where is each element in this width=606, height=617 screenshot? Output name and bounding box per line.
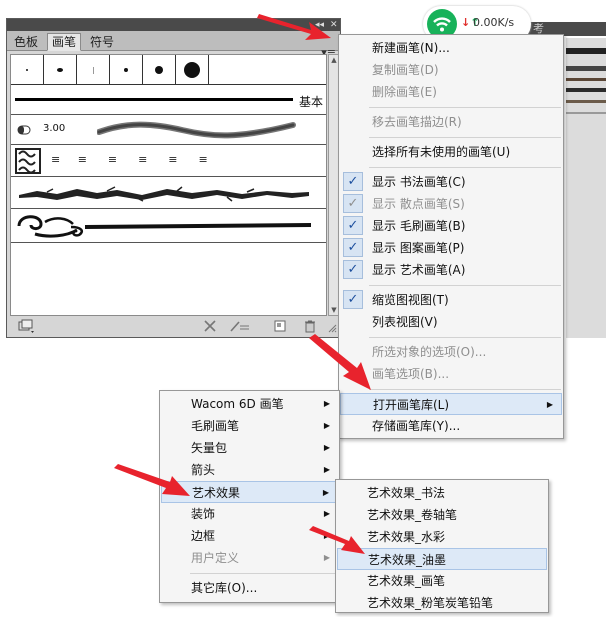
decorative-brush-row[interactable] [11,209,326,243]
pattern-brush-row[interactable]: ≡ ≡ ≡ ≡ ≡ ≡ [11,145,326,177]
menu-item-art-watercolor[interactable]: 艺术效果_水彩 [337,526,547,548]
panel-bottom-toolbar [7,317,340,337]
brush-swatch[interactable] [44,55,77,85]
menu-item-show-scatter[interactable]: ✓ 显示 散点画笔(S) [340,193,562,215]
brush-swatch[interactable] [11,55,44,85]
checkmark-icon: ✓ [343,216,363,235]
submenu-arrow-icon: ▶ [546,400,553,409]
menu-item-thumbnail-view[interactable]: ✓ 缩览图视图(T) [340,289,562,311]
menu-item-list-view[interactable]: 列表视图(V) [340,311,562,333]
menu-separator [369,389,561,390]
brush-swatch[interactable] [110,55,143,85]
menu-item-vector-packs[interactable]: 矢量包 ▶ [161,437,338,459]
menu-item-show-bristle[interactable]: ✓ 显示 毛刷画笔(B) [340,215,562,237]
checkmark-icon: ✓ [343,194,363,213]
submenu-arrow-icon: ▶ [322,488,329,497]
brush-list: 基本 3.00 ≡ ≡ ≡ ≡ ≡ ≡ [10,54,327,316]
menu-item-new-brush[interactable]: 新建画笔(N)... [340,37,562,59]
submenu-arrow-icon: ▶ [323,509,330,518]
menu-item-other-library[interactable]: 其它库(O)... [161,577,338,599]
tab-symbols[interactable]: 符号 [85,33,119,51]
menu-item-select-unused[interactable]: 选择所有未使用的画笔(U) [340,141,562,163]
brush-swatch[interactable] [77,55,110,85]
remove-brush-stroke-icon[interactable] [203,319,217,337]
menu-item-art-calligraphy[interactable]: 艺术效果_书法 [337,482,547,504]
brushes-panel: ◂◂ ✕ 色板 画笔 符号 ▾≡ 基本 3.00 ≡ ≡ ≡ ≡ ≡ ≡ ▲ ▼ [6,18,341,338]
menu-item-art-ink[interactable]: 艺术效果_油墨 [337,548,547,570]
artistic-brush-submenu: 艺术效果_书法 艺术效果_卷轴笔 艺术效果_水彩 艺术效果_油墨 艺术效果_画笔… [335,479,549,613]
menu-item-art-scroll-pen[interactable]: 艺术效果_卷轴笔 [337,504,547,526]
menu-separator [369,107,561,108]
checkmark-icon: ✓ [343,238,363,257]
menu-item-decorative[interactable]: 装饰 ▶ [161,503,338,525]
annotation-arrow-icon [309,334,371,390]
checkmark-icon: ✓ [343,260,363,279]
menu-item-art-chalk-charcoal-pencil[interactable]: 艺术效果_粉笔炭笔铅笔 [337,592,547,614]
menu-item-remove-brush-stroke[interactable]: 移去画笔描边(R) [340,111,562,133]
annotation-arrow-icon [114,464,190,496]
menu-item-art-paintbrush[interactable]: 艺术效果_画笔 [337,570,547,592]
tab-brushes[interactable]: 画笔 [47,33,82,51]
submenu-arrow-icon: ▶ [323,399,330,408]
annotation-arrow-icon [309,526,365,554]
calligraphic-stroke-row[interactable]: 3.00 [11,115,326,145]
brush-options-icon[interactable] [229,319,251,337]
background-swatches [566,38,606,338]
checkmark-icon: ✓ [343,290,363,309]
basic-brush-row[interactable]: 基本 [11,85,326,115]
menu-item-open-brush-library[interactable]: 打开画笔库(L) ▶ [340,393,562,415]
submenu-arrow-icon: ▶ [323,421,330,430]
network-speed-text: 0.00K/s [473,16,515,29]
submenu-arrow-icon: ▶ [323,465,330,474]
tab-swatches[interactable]: 色板 [9,33,43,51]
charcoal-brush-row[interactable] [11,177,326,209]
calligraphic-size-label: 3.00 [43,123,66,134]
brush-swatch[interactable] [143,55,176,85]
brush-swatch[interactable] [176,55,209,85]
basic-brush-label: 基本 [298,95,323,109]
menu-separator [369,337,561,338]
menu-item-show-art[interactable]: ✓ 显示 艺术画笔(A) [340,259,562,281]
brush-libraries-menu-icon[interactable] [17,319,35,337]
menu-item-show-pattern[interactable]: ✓ 显示 图案画笔(P) [340,237,562,259]
menu-separator [190,573,337,574]
menu-separator [369,285,561,286]
new-brush-icon[interactable] [273,319,287,337]
calligraphic-brush-icon [17,124,35,135]
menu-item-duplicate-brush[interactable]: 复制画笔(D) [340,59,562,81]
menu-item-show-calligraphic[interactable]: ✓ 显示 书法画笔(C) [340,171,562,193]
menu-separator [369,137,561,138]
menu-item-wacom-6d[interactable]: Wacom 6D 画笔 ▶ [161,393,338,415]
menu-item-save-brush-library[interactable]: 存储画笔库(Y)... [340,415,562,437]
menu-item-bristle-brushes[interactable]: 毛刷画笔 ▶ [161,415,338,437]
calligraphic-brush-row [11,55,326,85]
submenu-arrow-icon: ▶ [323,443,330,452]
checkmark-icon: ✓ [343,172,363,191]
annotation-arrow-icon [257,14,331,40]
menu-item-delete-brush[interactable]: 删除画笔(E) [340,81,562,103]
menu-separator [369,167,561,168]
